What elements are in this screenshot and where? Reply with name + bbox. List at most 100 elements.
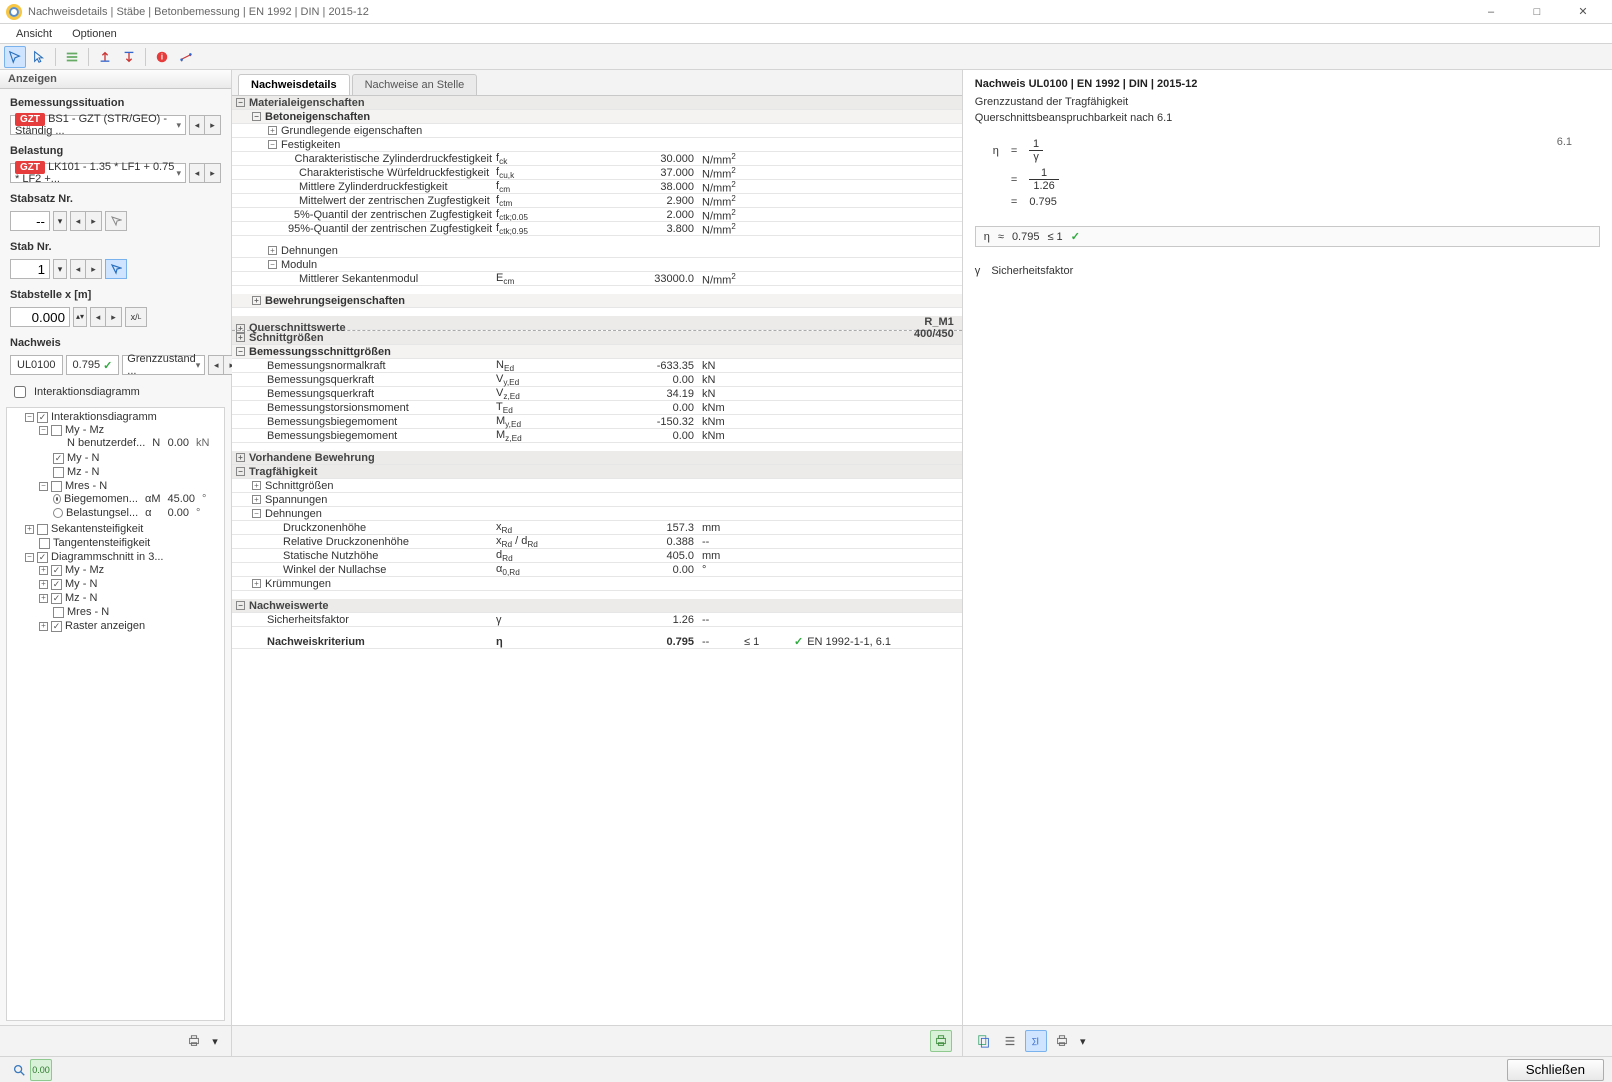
table-row[interactable]: +Grundlegende eigenschaften bbox=[232, 124, 962, 138]
collapse-icon[interactable]: − bbox=[236, 467, 245, 476]
checkbox-icon[interactable] bbox=[51, 579, 62, 590]
checkbox-icon[interactable] bbox=[53, 453, 64, 464]
copy-formula-icon[interactable] bbox=[973, 1030, 995, 1052]
table-row[interactable]: +Bewehrungseigenschaften bbox=[232, 294, 962, 308]
table-row[interactable]: +QuerschnittswerteR_M1 400/450 bbox=[232, 316, 962, 330]
table-row[interactable]: −Festigkeiten bbox=[232, 138, 962, 152]
collapse-icon[interactable]: − bbox=[39, 482, 48, 491]
menu-ansicht[interactable]: Ansicht bbox=[6, 26, 62, 42]
dropdown-icon[interactable]: ▾ bbox=[209, 1030, 221, 1052]
print-icon[interactable] bbox=[183, 1030, 205, 1052]
next-button[interactable]: ▸ bbox=[86, 211, 102, 231]
table-row[interactable]: −Materialeigenschaften bbox=[232, 96, 962, 110]
expand-icon[interactable]: + bbox=[39, 622, 48, 631]
pick-stab-icon[interactable] bbox=[105, 259, 127, 279]
expand-icon[interactable]: + bbox=[39, 580, 48, 589]
minimize-button[interactable]: – bbox=[1468, 0, 1514, 24]
table-row[interactable]: BemessungstorsionsmomentTEd0.00kNm bbox=[232, 401, 962, 415]
dropdown-icon[interactable]: ▾ bbox=[1077, 1030, 1089, 1052]
table-row[interactable]: +Krümmungen bbox=[232, 577, 962, 591]
prev-button[interactable]: ◂ bbox=[208, 355, 224, 375]
input-stab[interactable] bbox=[10, 259, 50, 279]
checkbox-icon[interactable] bbox=[51, 565, 62, 576]
table-row[interactable]: BemessungsnormalkraftNEd-633.35kN bbox=[232, 359, 962, 373]
table-row[interactable]: Relative DruckzonenhöhexRd / dRd0.388-- bbox=[232, 535, 962, 549]
menu-optionen[interactable]: Optionen bbox=[62, 26, 127, 42]
collapse-icon[interactable]: − bbox=[268, 260, 277, 269]
next-button[interactable]: ▸ bbox=[86, 259, 102, 279]
checkbox-icon[interactable] bbox=[51, 481, 62, 492]
table-row[interactable]: BemessungsbiegemomentMy,Ed-150.32kNm bbox=[232, 415, 962, 429]
table-row[interactable]: BemessungsbiegemomentMz,Ed0.00kNm bbox=[232, 429, 962, 443]
expand-icon[interactable]: + bbox=[268, 126, 277, 135]
input-stabsatz[interactable] bbox=[10, 211, 50, 231]
prev-button[interactable]: ◂ bbox=[189, 115, 205, 135]
collapse-icon[interactable]: − bbox=[39, 426, 48, 435]
table-row[interactable]: −Dehnungen bbox=[232, 507, 962, 521]
prev-button[interactable]: ◂ bbox=[189, 163, 205, 183]
search-icon[interactable] bbox=[8, 1059, 30, 1081]
collapse-icon[interactable]: − bbox=[268, 140, 277, 149]
table-row[interactable]: −Bemessungsschnittgrößen bbox=[232, 345, 962, 359]
collapse-icon[interactable]: − bbox=[236, 601, 245, 610]
next-button[interactable]: ▸ bbox=[205, 163, 221, 183]
xdiv-icon[interactable]: x/L bbox=[125, 307, 147, 327]
table-row[interactable]: BemessungsquerkraftVz,Ed34.19kN bbox=[232, 387, 962, 401]
expand-icon[interactable]: + bbox=[39, 566, 48, 575]
table-row[interactable]: Statische NutzhöhedRd405.0mm bbox=[232, 549, 962, 563]
checkbox-interaktionsdiagramm[interactable]: Interaktionsdiagramm bbox=[0, 377, 231, 407]
collapse-icon[interactable]: − bbox=[236, 347, 245, 356]
radio-icon[interactable] bbox=[53, 508, 63, 518]
table-row[interactable]: BemessungsquerkraftVy,Ed0.00kN bbox=[232, 373, 962, 387]
table-row[interactable]: +Vorhandene Bewehrung bbox=[232, 451, 962, 465]
formula-view-icon[interactable]: ∑ bbox=[1025, 1030, 1047, 1052]
checkbox-icon[interactable] bbox=[37, 412, 48, 423]
table-row[interactable]: Mittlerer SekantenmodulEcm33000.0N/mm2 bbox=[232, 272, 962, 286]
tool-sort-up-icon[interactable] bbox=[94, 46, 116, 68]
next-button[interactable]: ▸ bbox=[205, 115, 221, 135]
table-row[interactable]: +Spannungen bbox=[232, 493, 962, 507]
table-row[interactable]: −Nachweiswerte bbox=[232, 599, 962, 613]
dropdown-belastung[interactable]: GZT LK101 - 1.35 * LF1 + 0.75 * LF2 +...… bbox=[10, 163, 186, 183]
table-row[interactable]: Nachweiskriteriumη0.795--≤ 1✓EN 1992-1-1… bbox=[232, 635, 962, 649]
expand-icon[interactable]: + bbox=[252, 481, 261, 490]
prev-button[interactable]: ◂ bbox=[70, 211, 86, 231]
table-row[interactable]: +Schnittgrößen bbox=[232, 479, 962, 493]
tool-pointer-icon[interactable] bbox=[28, 46, 50, 68]
expand-icon[interactable]: + bbox=[252, 296, 261, 305]
list-icon[interactable] bbox=[999, 1030, 1021, 1052]
table-row[interactable]: −Tragfähigkeit bbox=[232, 465, 962, 479]
table-row[interactable]: +Dehnungen bbox=[232, 244, 962, 258]
table-row[interactable]: +Schnittgrößen bbox=[232, 331, 962, 345]
left-tree[interactable]: −Interaktionsdiagramm −My - Mz N benutze… bbox=[6, 407, 225, 1021]
checkbox-icon[interactable] bbox=[51, 593, 62, 604]
expand-icon[interactable]: + bbox=[39, 594, 48, 603]
checkbox-icon[interactable] bbox=[53, 467, 64, 478]
table-row[interactable]: −Moduln bbox=[232, 258, 962, 272]
close-dialog-button[interactable]: Schließen bbox=[1507, 1059, 1604, 1081]
checkbox-icon[interactable] bbox=[51, 621, 62, 632]
table-row[interactable]: Mittlere Zylinderdruckfestigkeitfcm38.00… bbox=[232, 180, 962, 194]
dropdown-nachweis-cat[interactable]: Grenzzustand ...▾ bbox=[122, 355, 205, 375]
table-row[interactable]: −Betoneigenschaften bbox=[232, 110, 962, 124]
expand-icon[interactable]: + bbox=[252, 579, 261, 588]
checkbox-icon[interactable] bbox=[53, 607, 64, 618]
tool-sort-down-icon[interactable] bbox=[118, 46, 140, 68]
tool-list-icon[interactable] bbox=[61, 46, 83, 68]
checkbox-icon[interactable] bbox=[51, 425, 62, 436]
maximize-button[interactable]: □ bbox=[1514, 0, 1560, 24]
expand-icon[interactable]: + bbox=[236, 333, 245, 342]
print-icon[interactable] bbox=[930, 1030, 952, 1052]
radio-icon[interactable] bbox=[53, 494, 61, 504]
collapse-icon[interactable]: − bbox=[252, 112, 261, 121]
units-icon[interactable]: 0.00 bbox=[30, 1059, 52, 1081]
collapse-icon[interactable]: − bbox=[252, 509, 261, 518]
expand-icon[interactable]: + bbox=[236, 453, 245, 462]
dropdown-bemessungssituation[interactable]: GZT BS1 - GZT (STR/GEO) - Ständig ... ▾ bbox=[10, 115, 186, 135]
pick-stabsatz-icon[interactable] bbox=[105, 211, 127, 231]
tool-balance-icon[interactable] bbox=[175, 46, 197, 68]
table-row[interactable]: Charakteristische Zylinderdruckfestigkei… bbox=[232, 152, 962, 166]
close-button[interactable]: ✕ bbox=[1560, 0, 1606, 24]
chevron-down-icon[interactable]: ▾ bbox=[53, 211, 67, 231]
tool-select-icon[interactable] bbox=[4, 46, 26, 68]
